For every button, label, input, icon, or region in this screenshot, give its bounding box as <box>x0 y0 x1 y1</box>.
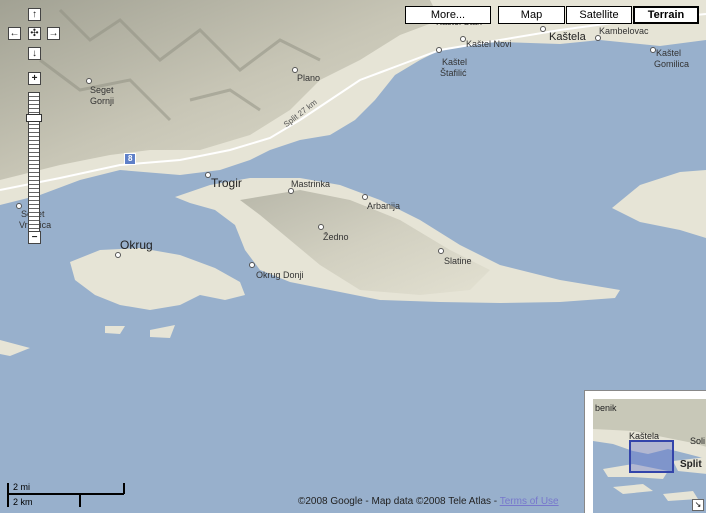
place-label-arbanija: Arbanija <box>367 201 401 211</box>
scale-bar: 2 mi 2 km <box>6 482 128 508</box>
place-label-okrug: Okrug <box>120 238 153 252</box>
scale-km-label: 2 km <box>13 497 33 507</box>
place-label-zedno: Žedno <box>323 232 349 242</box>
place-marker <box>249 262 255 268</box>
place-marker <box>115 252 121 258</box>
place-marker <box>436 47 442 53</box>
pan-up-button[interactable]: ↑ <box>28 8 41 21</box>
place-label-trogir: Trogir <box>211 176 242 190</box>
copyright-text: ©2008 Google - Map data ©2008 Tele Atlas… <box>298 496 500 507</box>
zoom-slider-handle[interactable] <box>26 114 42 123</box>
overview-map[interactable]: benik Kaštela Soli Split ↘ <box>584 390 706 513</box>
zoom-slider-track[interactable] <box>28 92 40 232</box>
map-canvas[interactable]: Seget Gornji Plano Kaštel Stari Kaštel N… <box>0 0 706 513</box>
place-label-kastel-stafilic-1: Kaštel <box>442 57 468 67</box>
place-marker <box>86 78 92 84</box>
overview-label-split: Split <box>680 459 702 470</box>
copyright-notice: ©2008 Google - Map data ©2008 Tele Atlas… <box>298 496 559 507</box>
place-marker <box>540 26 546 32</box>
place-label-kastel-novi: Kaštel Novi <box>466 39 512 49</box>
overview-label-benik: benik <box>595 403 617 413</box>
pan-down-button[interactable]: ↓ <box>28 47 41 60</box>
pan-right-button[interactable]: → <box>47 27 60 40</box>
place-label-mastrinka: Mastrinka <box>291 179 331 189</box>
okrug-island <box>70 248 245 310</box>
place-label-slatine: Slatine <box>444 256 472 266</box>
road-shield: 8 <box>124 153 137 165</box>
place-label-okrug-donji: Okrug Donji <box>256 270 304 280</box>
place-label-kastela: Kaštela <box>549 31 586 43</box>
place-label-kambelovac: Kambelovac <box>599 26 649 36</box>
place-label-kastel-stafilic-2: Štafilić <box>440 68 467 78</box>
pan-left-button[interactable]: ← <box>8 27 21 40</box>
place-label-seget-gornji-1: Seget <box>90 85 114 95</box>
zoom-out-button[interactable]: − <box>28 231 41 244</box>
place-label-plano: Plano <box>297 73 321 83</box>
scale-miles-label: 2 mi <box>13 482 31 492</box>
overview-label-solin: Soli <box>690 436 706 446</box>
place-marker <box>362 194 368 200</box>
overview-viewport-box[interactable] <box>629 440 674 473</box>
east-island <box>612 170 706 238</box>
zoom-in-button[interactable]: + <box>28 72 41 85</box>
map-type-map-button[interactable]: Map <box>498 6 565 24</box>
overview-collapse-button[interactable]: ↘ <box>692 499 704 511</box>
map-type-terrain-button[interactable]: Terrain <box>633 6 699 24</box>
terms-of-use-link[interactable]: Terms of Use <box>500 496 559 507</box>
place-label-kastel-gomilica-1: Kaštel <box>656 48 682 58</box>
place-label-seget-gornji-2: Gornji <box>90 96 115 106</box>
place-marker <box>318 224 324 230</box>
more-button[interactable]: More... <box>405 6 491 24</box>
map-type-satellite-button[interactable]: Satellite <box>566 6 632 24</box>
place-label-kastel-gomilica-2: Gomilica <box>654 59 690 69</box>
place-marker <box>438 248 444 254</box>
pan-center-button[interactable]: ✣ <box>28 27 41 40</box>
overview-label-kastela: Kaštela <box>629 431 660 441</box>
